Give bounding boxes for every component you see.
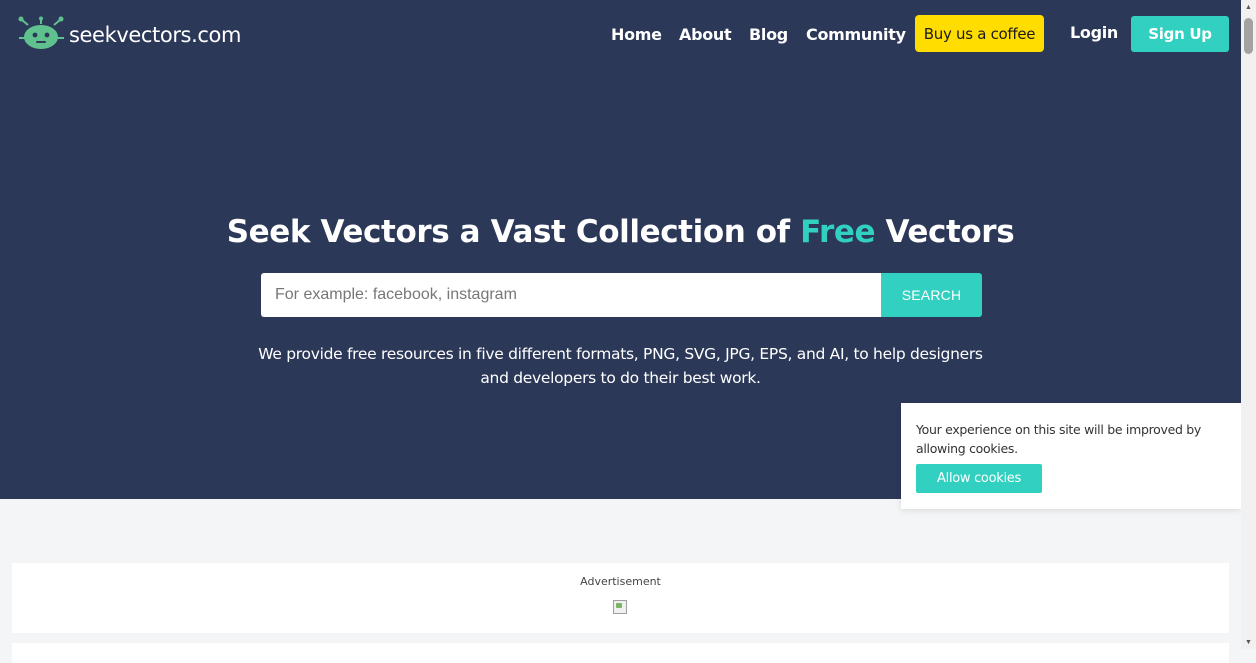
search-input[interactable]	[261, 273, 881, 317]
nav-community[interactable]: Community	[806, 25, 906, 45]
site-logo[interactable]: seekvectors.com	[16, 16, 241, 52]
title-part-1: Seek Vectors a Vast Collection of	[226, 214, 801, 250]
nav-home[interactable]: Home	[611, 25, 662, 45]
cookie-banner: Your experience on this site will be imp…	[901, 403, 1241, 509]
hero-tagline: We provide free resources in five differ…	[258, 345, 983, 387]
broken-image-icon[interactable]	[613, 600, 627, 614]
advertisement-label: Advertisement	[580, 575, 661, 588]
signup-button[interactable]: Sign Up	[1131, 16, 1229, 52]
allow-cookies-button[interactable]: Allow cookies	[916, 464, 1042, 493]
page-scrollbar[interactable]: ▲ ▼	[1241, 0, 1256, 649]
buy-coffee-button[interactable]: Buy us a coffee	[915, 15, 1044, 52]
logo-text: seekvectors.com	[69, 23, 242, 47]
robot-logo-icon	[16, 16, 66, 52]
title-accent: Free	[800, 214, 876, 250]
scroll-down-arrow-icon[interactable]: ▼	[1241, 635, 1256, 649]
page-title: Seek Vectors a Vast Collection of Free V…	[0, 214, 1241, 250]
content-card	[12, 643, 1229, 663]
title-part-2: Vectors	[875, 214, 1015, 250]
nav-about[interactable]: About	[679, 25, 732, 45]
search-button[interactable]: SEARCH	[881, 273, 982, 317]
advertisement-box: Advertisement	[12, 563, 1229, 633]
scrollbar-thumb[interactable]	[1244, 18, 1253, 54]
scroll-up-arrow-icon[interactable]: ▲	[1241, 0, 1256, 14]
nav-blog[interactable]: Blog	[749, 25, 788, 45]
cookie-message: Your experience on this site will be imp…	[916, 422, 1202, 456]
login-link[interactable]: Login	[1070, 23, 1118, 43]
